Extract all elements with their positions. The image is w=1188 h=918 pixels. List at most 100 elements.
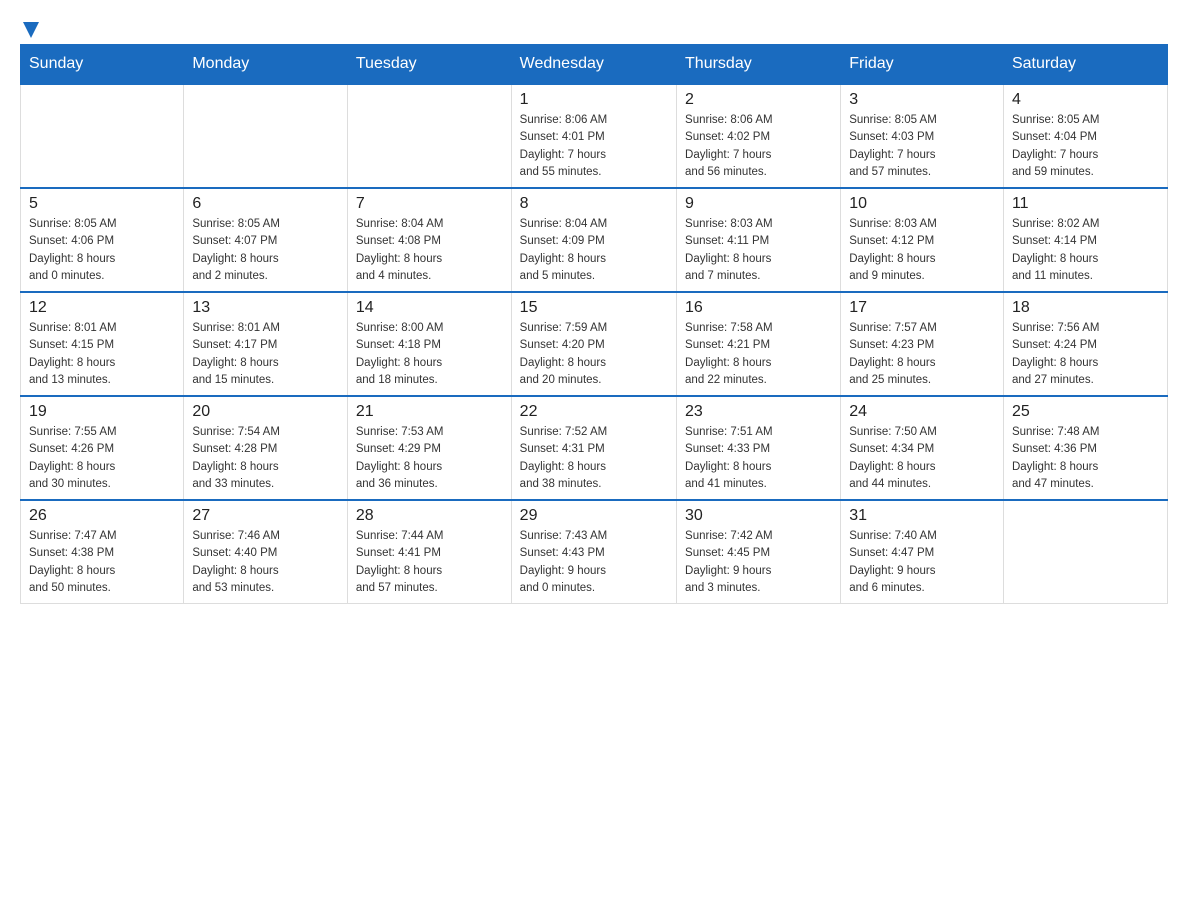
day-number: 25 <box>1012 403 1159 421</box>
day-number: 5 <box>29 195 175 213</box>
calendar-header-row: SundayMondayTuesdayWednesdayThursdayFrid… <box>21 45 1168 85</box>
day-number: 14 <box>356 299 503 317</box>
calendar-table: SundayMondayTuesdayWednesdayThursdayFrid… <box>20 44 1168 604</box>
day-info: Sunrise: 8:04 AM Sunset: 4:08 PM Dayligh… <box>356 216 503 285</box>
calendar-cell: 30 Sunrise: 7:42 AM Sunset: 4:45 PM Dayli… <box>677 500 841 604</box>
calendar-cell: 23 Sunrise: 7:51 AM Sunset: 4:33 PM Dayli… <box>677 396 841 500</box>
day-info: Sunrise: 8:06 AM Sunset: 4:01 PM Dayligh… <box>520 112 668 181</box>
calendar-cell: 18 Sunrise: 7:56 AM Sunset: 4:24 PM Dayli… <box>1003 292 1167 396</box>
day-number: 17 <box>849 299 995 317</box>
day-info: Sunrise: 7:57 AM Sunset: 4:23 PM Dayligh… <box>849 320 995 389</box>
day-info: Sunrise: 8:05 AM Sunset: 4:04 PM Dayligh… <box>1012 112 1159 181</box>
day-info: Sunrise: 8:05 AM Sunset: 4:03 PM Dayligh… <box>849 112 995 181</box>
calendar-cell: 7 Sunrise: 8:04 AM Sunset: 4:08 PM Daylig… <box>347 188 511 292</box>
day-number: 11 <box>1012 195 1159 213</box>
logo <box>20 20 39 34</box>
day-number: 16 <box>685 299 832 317</box>
day-info: Sunrise: 8:03 AM Sunset: 4:12 PM Dayligh… <box>849 216 995 285</box>
day-info: Sunrise: 7:48 AM Sunset: 4:36 PM Dayligh… <box>1012 424 1159 493</box>
day-number: 3 <box>849 91 995 109</box>
day-number: 2 <box>685 91 832 109</box>
day-info: Sunrise: 8:06 AM Sunset: 4:02 PM Dayligh… <box>685 112 832 181</box>
calendar-cell: 12 Sunrise: 8:01 AM Sunset: 4:15 PM Dayli… <box>21 292 184 396</box>
calendar-header-sunday: Sunday <box>21 45 184 85</box>
calendar-header-wednesday: Wednesday <box>511 45 676 85</box>
calendar-cell: 25 Sunrise: 7:48 AM Sunset: 4:36 PM Dayli… <box>1003 396 1167 500</box>
day-number: 18 <box>1012 299 1159 317</box>
day-number: 10 <box>849 195 995 213</box>
day-info: Sunrise: 7:40 AM Sunset: 4:47 PM Dayligh… <box>849 528 995 597</box>
calendar-cell: 20 Sunrise: 7:54 AM Sunset: 4:28 PM Dayli… <box>184 396 348 500</box>
day-number: 12 <box>29 299 175 317</box>
day-number: 31 <box>849 507 995 525</box>
calendar-cell: 22 Sunrise: 7:52 AM Sunset: 4:31 PM Dayli… <box>511 396 676 500</box>
day-info: Sunrise: 7:52 AM Sunset: 4:31 PM Dayligh… <box>520 424 668 493</box>
calendar-header-saturday: Saturday <box>1003 45 1167 85</box>
day-number: 6 <box>192 195 339 213</box>
calendar-cell: 17 Sunrise: 7:57 AM Sunset: 4:23 PM Dayli… <box>841 292 1004 396</box>
day-info: Sunrise: 7:44 AM Sunset: 4:41 PM Dayligh… <box>356 528 503 597</box>
day-info: Sunrise: 7:59 AM Sunset: 4:20 PM Dayligh… <box>520 320 668 389</box>
calendar-week-row: 19Sunrise: 7:55 AM Sunset: 4:26 PM Dayli… <box>21 396 1168 500</box>
day-info: Sunrise: 7:42 AM Sunset: 4:45 PM Dayligh… <box>685 528 832 597</box>
day-info: Sunrise: 7:58 AM Sunset: 4:21 PM Dayligh… <box>685 320 832 389</box>
day-number: 15 <box>520 299 668 317</box>
calendar-week-row: 12 Sunrise: 8:01 AM Sunset: 4:15 PM Dayli… <box>21 292 1168 396</box>
day-number: 13 <box>192 299 339 317</box>
day-info: Sunrise: 8:05 AM Sunset: 4:07 PM Dayligh… <box>192 216 339 285</box>
logo-triangle-icon <box>23 22 39 38</box>
calendar-cell: 16 Sunrise: 7:58 AM Sunset: 4:21 PM Dayli… <box>677 292 841 396</box>
calendar-cell: 3 Sunrise: 8:05 AM Sunset: 4:03 PM Daylig… <box>841 84 1004 188</box>
day-number: 24 <box>849 403 995 421</box>
calendar-cell: 27Sunrise: 7:46 AM Sunset: 4:40 PM Dayli… <box>184 500 348 604</box>
day-info: Sunrise: 7:47 AM Sunset: 4:38 PM Dayligh… <box>29 528 175 597</box>
calendar-cell <box>184 84 348 188</box>
day-info: Sunrise: 8:02 AM Sunset: 4:14 PM Dayligh… <box>1012 216 1159 285</box>
day-number: 1 <box>520 91 668 109</box>
day-info: Sunrise: 7:43 AM Sunset: 4:43 PM Dayligh… <box>520 528 668 597</box>
day-number: 22 <box>520 403 668 421</box>
logo-general <box>20 20 39 36</box>
day-info: Sunrise: 8:01 AM Sunset: 4:17 PM Dayligh… <box>192 320 339 389</box>
calendar-cell: 26 Sunrise: 7:47 AM Sunset: 4:38 PM Dayli… <box>21 500 184 604</box>
calendar-cell: 13 Sunrise: 8:01 AM Sunset: 4:17 PM Dayli… <box>184 292 348 396</box>
calendar-cell <box>1003 500 1167 604</box>
calendar-cell: 19Sunrise: 7:55 AM Sunset: 4:26 PM Dayli… <box>21 396 184 500</box>
calendar-cell: 24 Sunrise: 7:50 AM Sunset: 4:34 PM Dayli… <box>841 396 1004 500</box>
day-info: Sunrise: 7:51 AM Sunset: 4:33 PM Dayligh… <box>685 424 832 493</box>
calendar-cell: 11 Sunrise: 8:02 AM Sunset: 4:14 PM Dayli… <box>1003 188 1167 292</box>
day-number: 21 <box>356 403 503 421</box>
day-number: 4 <box>1012 91 1159 109</box>
calendar-cell <box>347 84 511 188</box>
calendar-cell: 6 Sunrise: 8:05 AM Sunset: 4:07 PM Daylig… <box>184 188 348 292</box>
day-info: Sunrise: 8:04 AM Sunset: 4:09 PM Dayligh… <box>520 216 668 285</box>
calendar-cell <box>21 84 184 188</box>
day-info: Sunrise: 7:50 AM Sunset: 4:34 PM Dayligh… <box>849 424 995 493</box>
day-info: Sunrise: 7:54 AM Sunset: 4:28 PM Dayligh… <box>192 424 339 493</box>
day-info: Sunrise: 7:46 AM Sunset: 4:40 PM Dayligh… <box>192 528 339 597</box>
calendar-week-row: 1 Sunrise: 8:06 AM Sunset: 4:01 PM Daylig… <box>21 84 1168 188</box>
day-number: 23 <box>685 403 832 421</box>
calendar-header-friday: Friday <box>841 45 1004 85</box>
calendar-cell: 14Sunrise: 8:00 AM Sunset: 4:18 PM Dayli… <box>347 292 511 396</box>
calendar-week-row: 26 Sunrise: 7:47 AM Sunset: 4:38 PM Dayli… <box>21 500 1168 604</box>
calendar-cell: 31 Sunrise: 7:40 AM Sunset: 4:47 PM Dayli… <box>841 500 1004 604</box>
calendar-cell: 21Sunrise: 7:53 AM Sunset: 4:29 PM Dayli… <box>347 396 511 500</box>
calendar-cell: 28 Sunrise: 7:44 AM Sunset: 4:41 PM Dayli… <box>347 500 511 604</box>
day-number: 26 <box>29 507 175 525</box>
calendar-header-monday: Monday <box>184 45 348 85</box>
calendar-header-thursday: Thursday <box>677 45 841 85</box>
day-number: 20 <box>192 403 339 421</box>
calendar-week-row: 5Sunrise: 8:05 AM Sunset: 4:06 PM Daylig… <box>21 188 1168 292</box>
day-number: 28 <box>356 507 503 525</box>
day-number: 30 <box>685 507 832 525</box>
day-number: 9 <box>685 195 832 213</box>
day-info: Sunrise: 8:01 AM Sunset: 4:15 PM Dayligh… <box>29 320 175 389</box>
calendar-cell: 8Sunrise: 8:04 AM Sunset: 4:09 PM Daylig… <box>511 188 676 292</box>
day-number: 7 <box>356 195 503 213</box>
calendar-cell: 29Sunrise: 7:43 AM Sunset: 4:43 PM Dayli… <box>511 500 676 604</box>
calendar-cell: 1 Sunrise: 8:06 AM Sunset: 4:01 PM Daylig… <box>511 84 676 188</box>
calendar-header-tuesday: Tuesday <box>347 45 511 85</box>
calendar-cell: 10 Sunrise: 8:03 AM Sunset: 4:12 PM Dayli… <box>841 188 1004 292</box>
day-info: Sunrise: 7:56 AM Sunset: 4:24 PM Dayligh… <box>1012 320 1159 389</box>
